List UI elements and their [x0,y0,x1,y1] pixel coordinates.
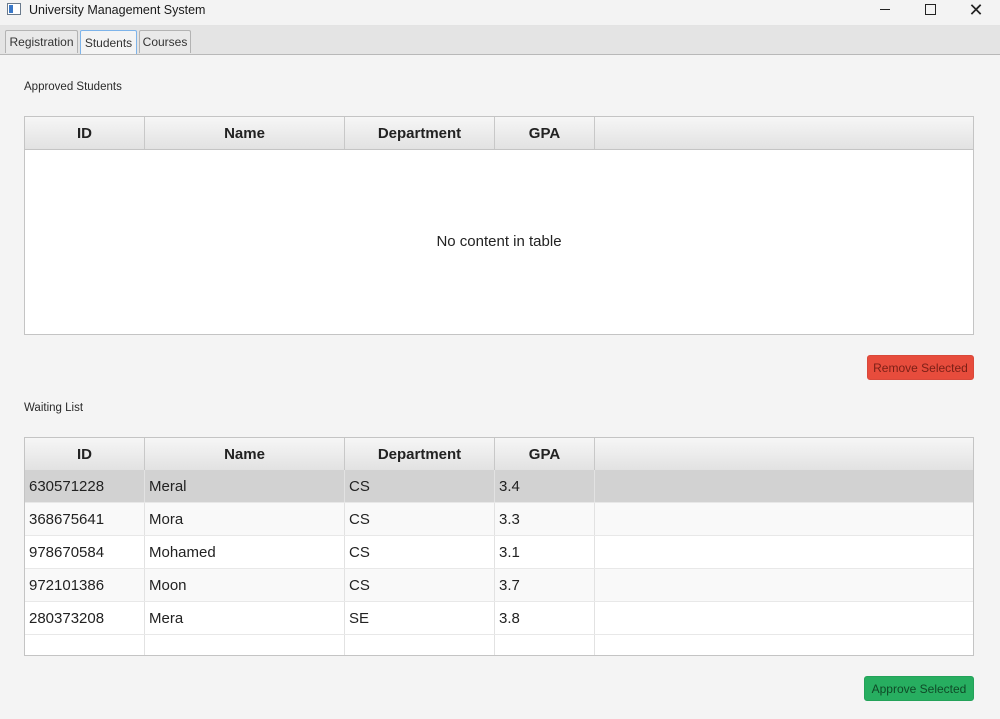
empty-row [25,635,973,655]
cell-id: 630571228 [25,470,145,502]
column-header-id[interactable]: ID [25,117,145,149]
cell-department: CS [345,503,495,535]
empty-cell [25,635,145,655]
approved-students-label: Approved Students [24,81,122,93]
empty-cell [345,635,495,655]
cell-gpa: 3.4 [495,470,595,502]
cell-gpa: 3.8 [495,602,595,634]
cell-name: Meral [145,470,345,502]
empty-cell [595,635,973,655]
remove-selected-button[interactable]: Remove Selected [867,355,974,380]
maximize-icon [924,4,936,15]
cell-department: SE [345,602,495,634]
close-icon: ✕ [968,0,984,20]
cell-filler [595,536,973,568]
empty-table-placeholder: No content in table [436,232,562,250]
column-header-name[interactable]: Name [145,438,345,470]
column-header-name[interactable]: Name [145,117,345,149]
app-window-icon [7,3,21,15]
approved-students-table[interactable]: ID Name Department GPA No content in tab… [24,116,974,335]
cell-name: Moon [145,569,345,601]
approve-selected-button[interactable]: Approve Selected [864,676,974,701]
cell-gpa: 3.3 [495,503,595,535]
table-body: 630571228 Meral CS 3.4 368675641 Mora CS… [25,470,973,655]
column-header-department[interactable]: Department [345,438,495,470]
column-header-id[interactable]: ID [25,438,145,470]
cell-name: Mohamed [145,536,345,568]
cell-name: Mera [145,602,345,634]
cell-name: Mora [145,503,345,535]
table-row[interactable]: 972101386 Moon CS 3.7 [25,569,973,602]
tab-registration[interactable]: Registration [5,30,78,53]
cell-id: 978670584 [25,536,145,568]
tab-courses[interactable]: Courses [139,30,191,53]
minimize-icon [880,9,890,10]
empty-cell [495,635,595,655]
tab-students[interactable]: Students [80,30,137,54]
cell-filler [595,569,973,601]
table-header: ID Name Department GPA [25,117,973,150]
table-header: ID Name Department GPA [25,438,973,471]
close-button[interactable]: ✕ [953,0,999,25]
cell-filler [595,602,973,634]
cell-filler [595,503,973,535]
table-row[interactable]: 368675641 Mora CS 3.3 [25,503,973,536]
column-header-filler [595,117,973,149]
cell-department: CS [345,569,495,601]
column-header-gpa[interactable]: GPA [495,438,595,470]
column-header-department[interactable]: Department [345,117,495,149]
cell-gpa: 3.1 [495,536,595,568]
cell-id: 972101386 [25,569,145,601]
waiting-list-table[interactable]: ID Name Department GPA 630571228 Meral C… [24,437,974,656]
column-header-filler [595,438,973,470]
table-row[interactable]: 280373208 Mera SE 3.8 [25,602,973,635]
table-row[interactable]: 630571228 Meral CS 3.4 [25,470,973,503]
empty-cell [145,635,345,655]
cell-department: CS [345,536,495,568]
cell-gpa: 3.7 [495,569,595,601]
waiting-list-label: Waiting List [24,402,84,414]
minimize-button[interactable] [862,0,908,25]
cell-id: 368675641 [25,503,145,535]
maximize-button[interactable] [907,0,953,25]
tab-bar: Registration Students Courses [0,26,1000,55]
cell-id: 280373208 [25,602,145,634]
window-titlebar: University Management System ✕ [0,0,1000,26]
column-header-gpa[interactable]: GPA [495,117,595,149]
table-row[interactable]: 978670584 Mohamed CS 3.1 [25,536,973,569]
cell-department: CS [345,470,495,502]
window-title: University Management System [29,3,206,17]
cell-filler [595,470,973,502]
